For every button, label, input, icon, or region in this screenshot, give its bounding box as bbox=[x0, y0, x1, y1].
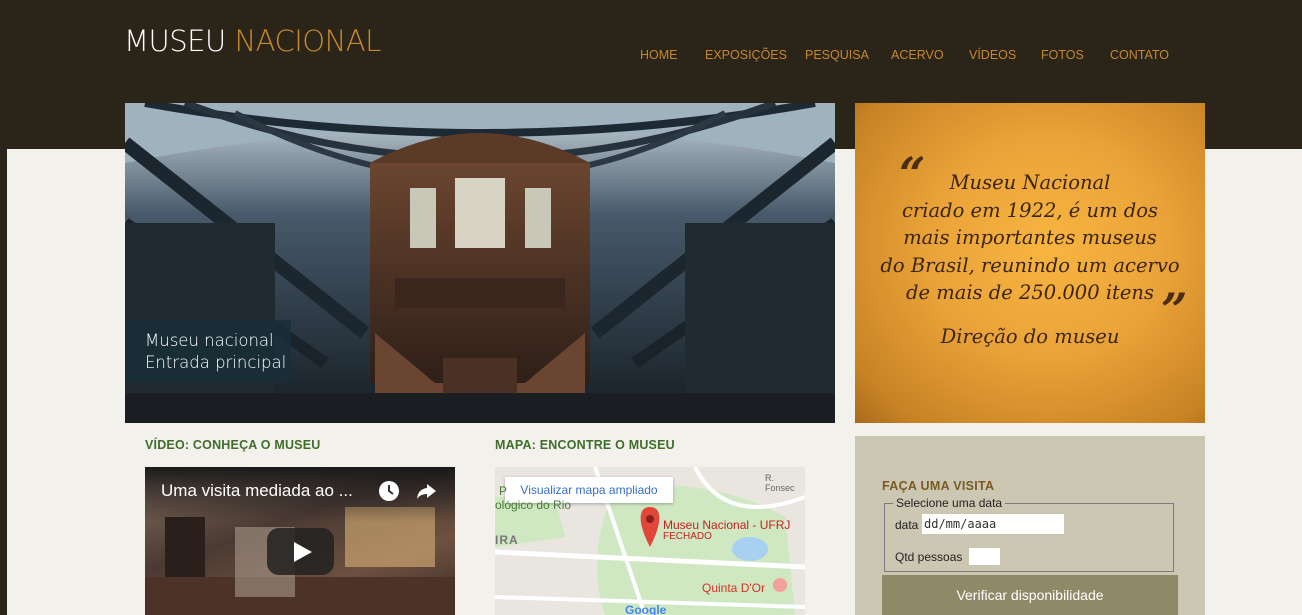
map-label-ira: IRA bbox=[495, 533, 519, 547]
hero-image: Museu nacional Entrada principal bbox=[125, 103, 835, 423]
check-availability-button[interactable]: Verificar disponibilidade bbox=[882, 575, 1178, 615]
visit-title: FAÇA UMA VISITA bbox=[882, 479, 995, 493]
nav-exposicoes[interactable]: EXPOSIÇÕES bbox=[705, 48, 787, 62]
video-section-title: VÍDEO: CONHEÇA O MUSEU bbox=[145, 438, 321, 452]
nav-acervo[interactable]: ACERVO bbox=[891, 48, 944, 62]
google-logo: Google bbox=[625, 603, 667, 615]
quote-author: Direção do museu bbox=[940, 325, 1120, 348]
nav-videos[interactable]: VÍDEOS bbox=[969, 48, 1016, 62]
nav-fotos[interactable]: FOTOS bbox=[1041, 48, 1084, 62]
nav-pesquisa[interactable]: PESQUISA bbox=[805, 48, 869, 62]
video-title[interactable]: Uma visita mediada ao ... bbox=[161, 481, 353, 501]
map-place-status: FECHADO bbox=[663, 531, 712, 542]
nav-home[interactable]: HOME bbox=[640, 48, 678, 62]
watch-later-icon[interactable] bbox=[378, 480, 400, 502]
map-label-p: P bbox=[499, 484, 508, 498]
quote-text: Museu Nacional criado em 1922, é um dos … bbox=[880, 171, 1180, 304]
date-label: data bbox=[895, 518, 919, 532]
map-street-label: R. Fonsec bbox=[765, 473, 795, 493]
map-poi-label: Quinta D'Or bbox=[702, 581, 765, 595]
nav-contato[interactable]: CONTATO bbox=[1110, 48, 1169, 62]
play-button[interactable] bbox=[267, 528, 334, 575]
map-place-name[interactable]: Museu Nacional - UFRJ bbox=[663, 518, 790, 532]
video-player[interactable]: Uma visita mediada ao ... bbox=[145, 467, 455, 615]
map-label-park: ológico do Rio bbox=[495, 498, 572, 512]
map-embed[interactable]: Visualizar mapa ampliado Museu Nacional … bbox=[495, 467, 805, 615]
hero-caption: Museu nacional Entrada principal bbox=[125, 320, 291, 382]
quote-box: “ Museu Nacional criado em 1922, é um do… bbox=[855, 103, 1205, 423]
map-section-title: MAPA: ENCONTRE O MUSEU bbox=[495, 438, 675, 452]
visit-panel: FAÇA UMA VISITA Selecione uma data data … bbox=[855, 436, 1205, 615]
date-input[interactable] bbox=[922, 514, 1064, 534]
date-legend: Selecione uma data bbox=[896, 496, 1003, 510]
qty-label: Qtd pessoas bbox=[895, 550, 963, 564]
share-icon[interactable] bbox=[415, 480, 437, 502]
site-logo[interactable]: MUSEU NACIONAL bbox=[124, 24, 381, 58]
qty-input[interactable] bbox=[969, 548, 1000, 565]
